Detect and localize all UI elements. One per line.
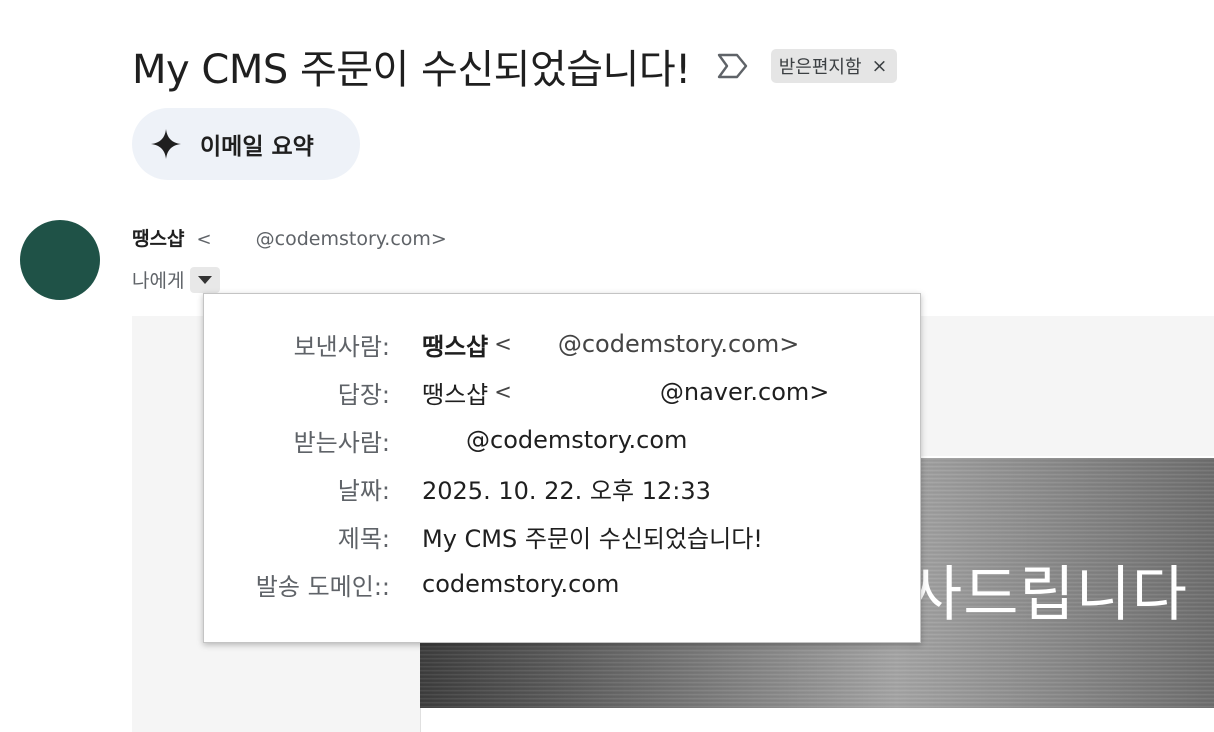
details-subject-row: 제목: My CMS 주문이 수신되었습니다!	[204, 520, 763, 553]
sparkle-icon	[150, 128, 182, 160]
from-email: @codemstory.com>	[557, 330, 800, 358]
summarize-label: 이메일 요약	[200, 134, 314, 160]
important-marker-icon[interactable]	[717, 52, 749, 80]
from-name: 땡스샵	[422, 332, 489, 361]
reply-label: 답장:	[337, 380, 390, 409]
to-label: 받는사람:	[293, 428, 390, 457]
reply-email: @naver.com>	[659, 378, 830, 406]
sender-bracket: <	[196, 229, 212, 250]
to-me-label: 나에게	[132, 270, 185, 292]
sender-details-popup: 보낸사람: 땡스샵 < @codemstory.com> 답장: 땡스샵 < @…	[203, 293, 921, 643]
details-reply-row: 답장: 땡스샵 < @naver.com>	[204, 376, 830, 409]
sender-name[interactable]: 땡스샵	[132, 228, 184, 250]
sender-avatar[interactable]	[20, 220, 100, 300]
subject-row: My CMS 주문이 수신되었습니다! 받은편지함 ×	[132, 38, 898, 94]
from-label: 보낸사람:	[293, 332, 390, 361]
subject-label: 제목:	[337, 524, 390, 553]
inbox-label-chip: 받은편지함 ×	[770, 49, 898, 83]
caret-down-icon	[198, 275, 213, 284]
reply-name: 땡스샵	[422, 380, 489, 409]
recipient-line: 나에게	[132, 266, 221, 293]
sender-email: @codemstory.com>	[255, 228, 447, 250]
inbox-label-text: 받은편지함	[778, 57, 862, 78]
reply-bracket: <	[494, 380, 512, 404]
email-subject: My CMS 주문이 수신되었습니다!	[132, 47, 691, 93]
summarize-email-button[interactable]: 이메일 요약	[132, 108, 360, 180]
domain-value: codemstory.com	[422, 570, 620, 598]
details-to-row: 받는사람: @codemstory.com	[204, 424, 688, 457]
to-email: @codemstory.com	[466, 426, 688, 454]
remove-label-icon[interactable]: ×	[872, 55, 888, 77]
banner-text: 사드립니다	[907, 560, 1188, 630]
show-details-button[interactable]	[190, 266, 221, 293]
subject-value: My CMS 주문이 수신되었습니다!	[422, 524, 763, 553]
sender-line: 땡스샵 < @codemstory.com>	[132, 224, 447, 251]
date-value: 2025. 10. 22. 오후 12:33	[422, 476, 711, 505]
domain-label: 발송 도메인::	[255, 572, 390, 601]
details-date-row: 날짜: 2025. 10. 22. 오후 12:33	[204, 472, 711, 505]
date-label: 날짜:	[337, 476, 390, 505]
details-domain-row: 발송 도메인:: codemstory.com	[204, 568, 620, 601]
details-from-row: 보낸사람: 땡스샵 < @codemstory.com>	[204, 328, 800, 361]
from-bracket: <	[494, 332, 512, 356]
